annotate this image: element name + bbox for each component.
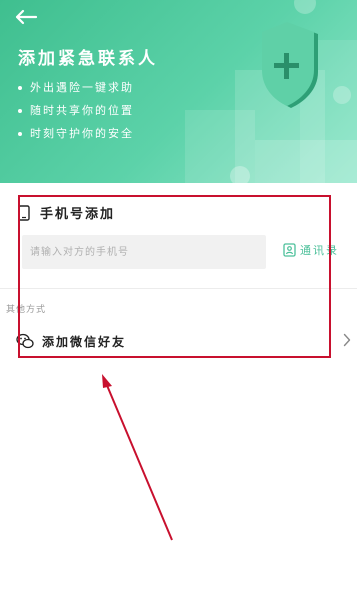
phone-number-input[interactable] — [22, 235, 266, 269]
chevron-right-icon — [343, 333, 351, 347]
shield-icon — [262, 22, 318, 108]
contacts-label: 通讯录 — [300, 244, 339, 257]
feature-text: 随时共享你的位置 — [30, 104, 134, 117]
wechat-icon — [16, 333, 34, 349]
deco-block — [255, 140, 357, 183]
header-banner: 添加紧急联系人 外出遇险一键求助 随时共享你的位置 时刻守护你的安全 — [0, 0, 357, 183]
deco-circle — [294, 0, 316, 14]
phone-section-label: 手机号添加 — [40, 207, 116, 222]
back-button[interactable] — [12, 6, 40, 28]
feature-item: 外出遇险一键求助 — [18, 80, 134, 103]
page-title: 添加紧急联系人 — [18, 49, 158, 69]
feature-item: 随时共享你的位置 — [18, 103, 134, 126]
bullet-icon — [18, 132, 22, 136]
deco-circle — [333, 86, 351, 104]
feature-text: 时刻守护你的安全 — [30, 127, 134, 140]
contacts-button[interactable]: 通讯录 — [283, 242, 339, 258]
divider — [0, 288, 357, 289]
phone-section-header: 手机号添加 — [18, 203, 115, 222]
contacts-icon — [283, 243, 296, 257]
feature-text: 外出遇险一键求助 — [30, 81, 134, 94]
wechat-label: 添加微信好友 — [42, 334, 127, 349]
other-methods-label: 其他方式 — [6, 305, 47, 315]
feature-list: 外出遇险一键求助 随时共享你的位置 时刻守护你的安全 — [18, 80, 134, 149]
feature-item: 时刻守护你的安全 — [18, 126, 134, 149]
bullet-icon — [18, 109, 22, 113]
arrow-left-icon — [15, 9, 38, 25]
add-wechat-friend-row[interactable]: 添加微信好友 — [16, 328, 351, 354]
phone-icon — [18, 204, 30, 221]
bullet-icon — [18, 86, 22, 90]
